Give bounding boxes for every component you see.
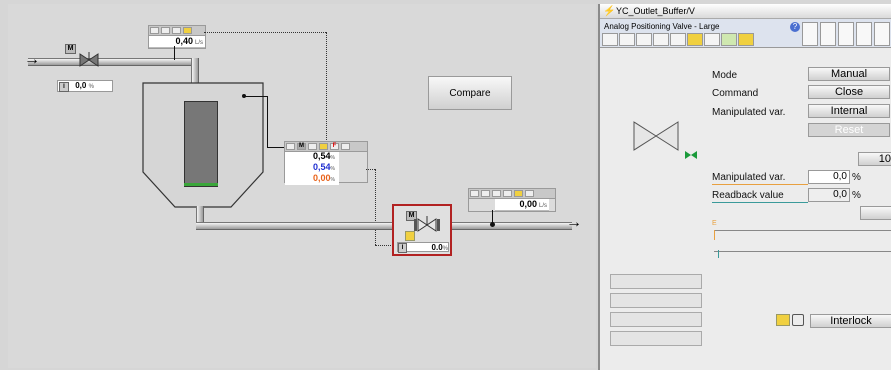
preview-view-icon[interactable] xyxy=(820,22,836,46)
tank-value-3: 0,00% xyxy=(313,173,335,184)
inlet-arrow-icon: → xyxy=(24,51,40,68)
manip-var-input[interactable]: 0,0 xyxy=(808,170,850,184)
status-slot-4 xyxy=(610,331,702,346)
command-label: Command xyxy=(712,88,759,99)
faceplate-toolbar-buttons xyxy=(602,33,754,46)
valve-state-icon xyxy=(685,151,697,159)
faceplate-view-buttons: ? xyxy=(790,22,890,46)
outlet-flow-faceplate[interactable]: 0,00 L/s xyxy=(468,188,556,212)
tank-signal-dotted-h2 xyxy=(375,245,393,246)
position-bar xyxy=(714,230,891,252)
inlet-valve-value: 0,0 xyxy=(75,81,87,90)
toolbar-button-5[interactable] xyxy=(670,33,686,46)
inlet-valve-readout[interactable]: I 0,0 % xyxy=(57,80,113,92)
signal-line-2 xyxy=(326,32,327,142)
inlet-pipe xyxy=(28,58,198,66)
outlet-valve-value: 0.0 xyxy=(431,243,443,252)
bar-marker: E xyxy=(712,220,717,227)
compare-button[interactable]: Compare xyxy=(428,76,512,110)
interlock-marker: I xyxy=(59,82,69,92)
tank-flag-badge: F xyxy=(330,143,339,150)
tank-signal-dotted-h xyxy=(366,169,375,170)
outlet-pipe xyxy=(196,222,572,230)
faceplate-side-button[interactable] xyxy=(860,206,891,220)
valve-faceplate-window[interactable]: ⚡ YC_Outlet_Buffer/V Analog Positioning … xyxy=(598,4,891,370)
outlet-valve-icon[interactable] xyxy=(414,216,440,234)
faceplate-valve-icon xyxy=(633,121,679,151)
inlet-flow-faceplate[interactable]: 0,40 L/s xyxy=(148,25,206,49)
tank-signal-h2 xyxy=(267,147,285,148)
inlet-flow-unit: L/s xyxy=(194,40,203,46)
manip-source-label: Manipulated var. xyxy=(712,107,786,118)
manip-source-button[interactable]: Internal xyxy=(808,104,890,118)
inlet-valve-icon[interactable] xyxy=(78,52,100,68)
outlet-flow-header xyxy=(469,189,555,199)
tank-mode-badge: M xyxy=(297,143,306,150)
toolbar-hand-icon-2[interactable] xyxy=(738,33,754,46)
outlet-interlock-marker: I xyxy=(398,243,407,253)
faceplate-titlebar: ⚡ YC_Outlet_Buffer/V xyxy=(600,4,891,19)
status-slot-1 xyxy=(610,274,702,289)
readback-underline xyxy=(712,202,808,203)
faceplate-toolbar: Analog Positioning Valve - Large ? xyxy=(600,19,891,48)
toolbar-button-7[interactable] xyxy=(704,33,720,46)
toolbar-button-4[interactable] xyxy=(653,33,669,46)
help-icon[interactable]: ? xyxy=(790,22,800,32)
outlet-flow-unit: L/s xyxy=(538,203,547,209)
outlet-flow-dot xyxy=(490,222,495,227)
faceplate-app-icon: ⚡ xyxy=(603,6,616,17)
faceplate-title: YC_Outlet_Buffer/V xyxy=(616,6,695,16)
inlet-flow-header xyxy=(149,26,205,36)
toolbar-button-2[interactable] xyxy=(619,33,635,46)
inlet-valve-mode-badge: M xyxy=(65,44,76,54)
outlet-valve-unit: % xyxy=(442,246,448,252)
mode-label: Mode xyxy=(712,70,738,81)
position-readback-marker xyxy=(718,250,719,258)
outlet-flow-readout: 0,00 L/s xyxy=(495,199,549,211)
toolbar-button-3[interactable] xyxy=(636,33,652,46)
manip-var-label: Manipulated var. xyxy=(712,172,786,183)
outlet-valve-readout[interactable]: I 0.0% xyxy=(397,242,449,253)
tank-signal-dotted-v xyxy=(375,169,376,245)
readback-unit: % xyxy=(852,190,861,201)
lock-icon xyxy=(792,314,804,326)
toolbar-check-icon[interactable] xyxy=(721,33,737,46)
range-top-display: 10 xyxy=(858,152,891,166)
inlet-pipe-down xyxy=(191,58,199,84)
tank-level-bar xyxy=(184,101,218,187)
manip-var-underline xyxy=(712,184,808,185)
signal-line-1 xyxy=(204,32,326,33)
inlet-valve-unit: % xyxy=(88,84,94,90)
interlock-button[interactable]: Interlock xyxy=(810,314,891,328)
command-button[interactable]: Close xyxy=(808,85,890,99)
outlet-arrow-icon: → xyxy=(566,214,582,231)
chart-view-icon[interactable] xyxy=(874,22,890,46)
toolbar-button-1[interactable] xyxy=(602,33,618,46)
inlet-flow-readout: 0,40 L/s xyxy=(149,36,205,48)
tank-faceplate[interactable]: M F 0,54% 0,54% 0,00% xyxy=(284,141,368,185)
status-slot-3 xyxy=(610,312,702,327)
inlet-flow-connector xyxy=(174,46,175,60)
outlet-flow-value: 0,00 xyxy=(519,199,537,209)
trend-view-icon[interactable] xyxy=(856,22,872,46)
toolbar-hand-icon[interactable] xyxy=(687,33,703,46)
position-setpoint-marker xyxy=(714,230,715,240)
tank-signal-v xyxy=(267,96,268,148)
tank-signal-h xyxy=(244,96,268,97)
mode-button[interactable]: Manual xyxy=(808,67,890,81)
manip-var-unit: % xyxy=(852,172,861,183)
inlet-flow-value: 0,40 xyxy=(175,36,193,46)
readback-label: Readback value xyxy=(712,190,784,201)
tank-level-fill xyxy=(184,183,218,186)
reset-button[interactable]: Reset xyxy=(808,123,890,137)
status-slot-2 xyxy=(610,293,702,308)
interlock-hand-icon xyxy=(776,314,790,326)
home-view-icon[interactable] xyxy=(802,22,818,46)
readback-display: 0,0 xyxy=(808,188,850,202)
parameter-view-icon[interactable] xyxy=(838,22,854,46)
